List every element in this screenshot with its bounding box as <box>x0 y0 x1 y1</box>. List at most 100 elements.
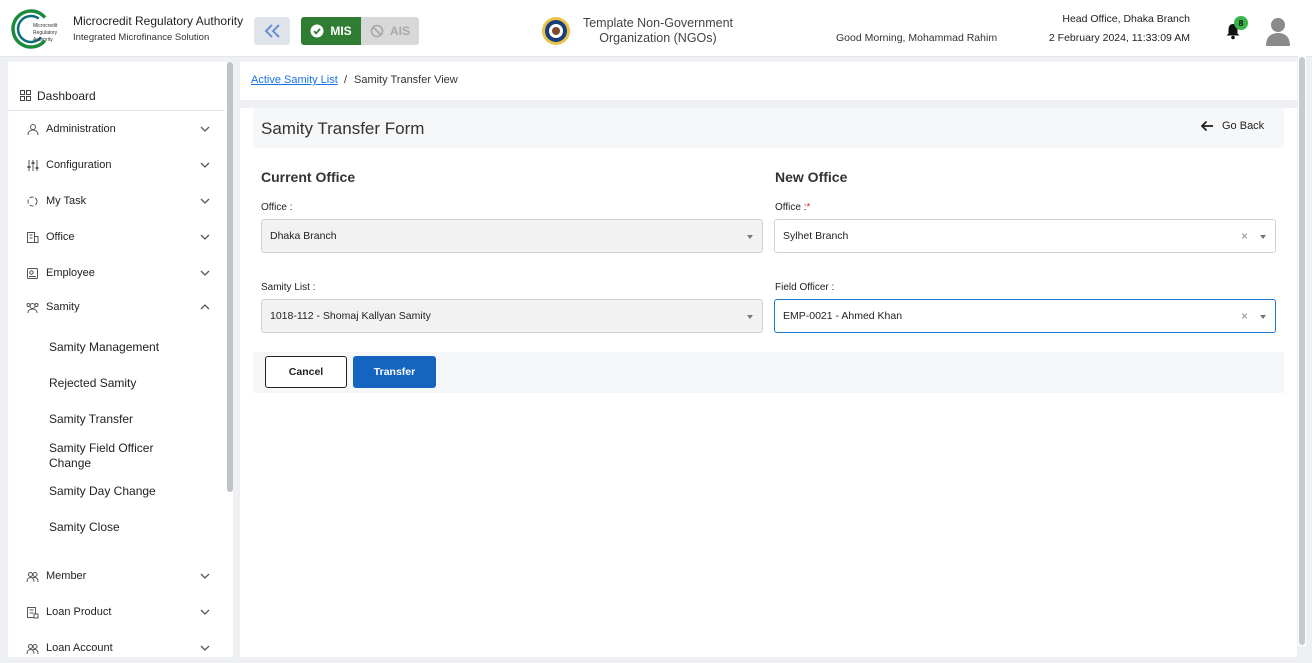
clear-icon[interactable]: × <box>1241 229 1248 243</box>
sidebar-label-my-task: My Task <box>46 195 87 207</box>
samity-list-select[interactable]: 1018-112 - Shomaj Kallyan Samity <box>261 299 763 333</box>
sidebar-item-member[interactable]: Member <box>8 564 228 588</box>
new-office-select[interactable]: Sylhet Branch × <box>774 219 1276 253</box>
chevron-down-icon <box>200 645 210 651</box>
field-officer-label: Field Officer : <box>775 282 835 293</box>
new-office-label: Office :* <box>775 202 810 213</box>
arrow-left-icon <box>1200 120 1213 132</box>
brand-title: Microcredit Regulatory Authority <box>73 14 244 28</box>
go-back-label: Go Back <box>1222 120 1265 132</box>
sidebar-label-office: Office <box>46 231 75 243</box>
sub-item-samity-close[interactable]: Samity Close <box>49 520 209 535</box>
sliders-icon <box>25 158 39 172</box>
current-office-select[interactable]: Dhaka Branch <box>261 219 763 253</box>
top-header: Microcredit Regulatory Authority Microcr… <box>0 0 1312 57</box>
org-seal-icon <box>542 17 570 45</box>
samity-list-label: Samity List : <box>261 282 316 293</box>
current-office: Head Office, Dhaka Branch <box>1062 13 1190 25</box>
sidebar-item-samity[interactable]: Samity <box>8 295 228 319</box>
greeting-text: Good Morning, Mohammad Rahim <box>836 32 998 44</box>
sidebar-label-configuration: Configuration <box>46 159 112 171</box>
brand-subtitle: Integrated Microfinance Solution <box>73 32 210 43</box>
sidebar-item-loan-product[interactable]: Loan Product <box>8 600 228 624</box>
sidebar-scrollbar[interactable] <box>227 62 233 492</box>
samity-icon <box>25 300 39 314</box>
module-ais-label: AIS <box>389 24 410 38</box>
check-circle-icon <box>310 24 324 38</box>
collapse-sidebar-button[interactable] <box>254 17 290 45</box>
module-ais-button[interactable]: AIS <box>361 17 419 45</box>
sidebar-label-administration: Administration <box>46 123 116 135</box>
required-mark: * <box>806 202 811 213</box>
current-datetime: 2 February 2024, 11:33:09 AM <box>1048 32 1190 44</box>
chevron-down-icon <box>200 609 210 615</box>
sub-item-samity-management[interactable]: Samity Management <box>49 340 209 355</box>
chevron-up-icon <box>200 304 210 310</box>
chevron-down-icon <box>200 573 210 579</box>
page-scrollbar[interactable] <box>1299 57 1305 645</box>
sub-item-rejected-samity[interactable]: Rejected Samity <box>49 376 209 391</box>
org-name-line1: Template Non-Government <box>582 16 734 30</box>
cancel-button[interactable]: Cancel <box>265 356 347 388</box>
breadcrumb-link-active-samity-list[interactable]: Active Samity List <box>251 74 338 86</box>
sidebar-item-administration[interactable]: Administration <box>8 117 228 141</box>
sidebar-item-dashboard[interactable]: Dashboard <box>8 81 228 111</box>
breadcrumb: Active Samity List / Samity Transfer Vie… <box>240 62 1297 100</box>
sidebar-label-loan-account: Loan Account <box>46 642 113 654</box>
sidebar-item-employee[interactable]: Employee <box>8 261 228 285</box>
blocked-icon <box>370 24 384 38</box>
new-office-value: Sylhet Branch <box>783 230 849 242</box>
field-officer-value: EMP-0021 - Ahmed Khan <box>783 310 903 322</box>
sidebar-label-member: Member <box>46 570 87 582</box>
sub-item-samity-field-officer-change[interactable]: Samity Field Officer Change <box>49 441 169 471</box>
admin-icon <box>25 122 39 136</box>
dashboard-label: Dashboard <box>37 88 96 103</box>
caret-down-icon <box>747 235 753 239</box>
user-avatar-icon[interactable] <box>1264 16 1292 46</box>
page-title: Samity Transfer Form <box>261 119 425 138</box>
sidebar-label-samity: Samity <box>46 301 80 313</box>
new-office-label-text: Office : <box>775 202 807 213</box>
module-mis-button[interactable]: MIS <box>301 17 361 45</box>
mra-logo: Microcredit Regulatory Authority <box>11 9 58 49</box>
breadcrumb-separator: / <box>344 74 348 86</box>
field-officer-select[interactable]: EMP-0021 - Ahmed Khan × <box>774 299 1276 333</box>
samity-list-value: 1018-112 - Shomaj Kallyan Samity <box>270 310 431 322</box>
caret-down-icon <box>1260 235 1266 239</box>
sidebar-item-office[interactable]: Office <box>8 225 228 249</box>
sidebar-label-loan-product: Loan Product <box>46 606 112 618</box>
sidebar-label-employee: Employee <box>46 267 95 279</box>
main-content: Active Samity List / Samity Transfer Vie… <box>240 62 1297 657</box>
chevron-down-icon <box>200 234 210 240</box>
chevron-down-icon <box>200 270 210 276</box>
double-chevron-left-icon <box>264 24 280 38</box>
sub-item-samity-day-change[interactable]: Samity Day Change <box>49 484 209 499</box>
chevron-down-icon <box>200 126 210 132</box>
chevron-down-icon <box>200 162 210 168</box>
current-office-value: Dhaka Branch <box>270 230 337 242</box>
form-actions: Cancel Transfer <box>253 352 1284 393</box>
sidebar: Dashboard Administration Configuration M… <box>8 62 233 657</box>
breadcrumb-current: Samity Transfer View <box>354 74 458 86</box>
logo-text-2: Regulatory <box>33 30 58 36</box>
loan-account-icon <box>25 641 39 655</box>
transfer-button[interactable]: Transfer <box>353 356 436 388</box>
employee-icon <box>25 266 39 280</box>
office-icon <box>25 230 39 244</box>
loan-product-icon <box>25 605 39 619</box>
section-divider <box>240 100 1297 108</box>
member-icon <box>25 569 39 583</box>
sidebar-item-configuration[interactable]: Configuration <box>8 153 228 177</box>
clear-icon[interactable]: × <box>1241 309 1248 323</box>
current-office-heading: Current Office <box>261 169 356 185</box>
sub-item-samity-transfer[interactable]: Samity Transfer <box>49 412 209 427</box>
notification-badge: 8 <box>1234 16 1248 30</box>
sidebar-item-my-task[interactable]: My Task <box>8 189 228 213</box>
grid-icon <box>20 90 31 101</box>
chevron-down-icon <box>200 198 210 204</box>
caret-down-icon <box>747 315 753 319</box>
org-name: Template Non-Government Organization (NG… <box>578 16 738 46</box>
go-back-button[interactable]: Go Back <box>1200 120 1264 132</box>
sidebar-item-loan-account[interactable]: Loan Account <box>8 636 228 657</box>
caret-down-icon <box>1260 315 1266 319</box>
